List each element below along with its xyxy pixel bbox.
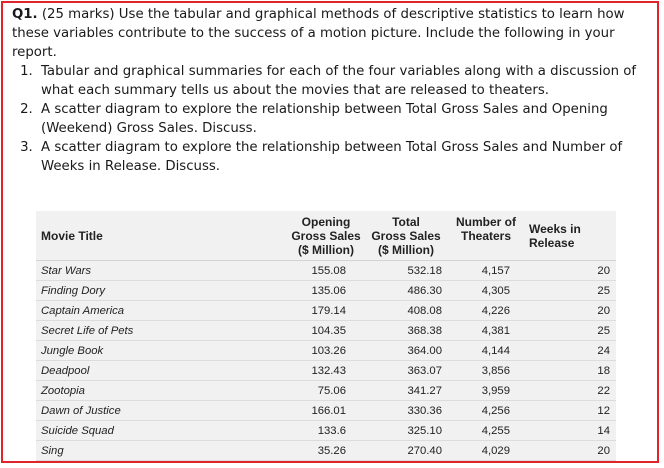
header-opening-gross: Opening Gross Sales ($ Million) [286,211,366,261]
header-weeks: Weeks in Release [526,211,616,261]
header-movie-title: Movie Title [36,211,286,261]
cell-weeks: 20 [526,440,616,461]
cell-movie-title: Dawn of Justice [36,400,286,421]
cell-total-gross: 325.10 [366,420,446,441]
cell-total-gross: 270.40 [366,440,446,461]
cell-weeks: 22 [526,380,616,401]
movie-table: Movie Title Opening Gross Sales ($ Million… [36,211,616,461]
table-row: Finding Dory 135.06 486.30 4,305 25 [36,280,616,301]
cell-total-gross: 363.07 [366,360,446,381]
cell-theaters: 4,157 [446,260,526,281]
requirement-item: A scatter diagram to explore the relatio… [37,138,652,176]
table-row: Secret Life of Pets 104.35 368.38 4,381 25 [36,320,616,341]
cell-opening-gross: 35.26 [286,440,366,461]
question-intro-text: (25 marks) Use the tabular and graphical… [12,7,625,60]
table-row: Jungle Book 103.26 364.00 4,144 24 [36,340,616,361]
header-theaters: Number of Theaters [446,211,526,261]
question-text: Q1. (25 marks) Use the tabular and graph… [12,5,652,176]
question-intro: Q1. (25 marks) Use the tabular and graph… [12,5,652,62]
cell-movie-title: Captain America [36,300,286,321]
cell-total-gross: 364.00 [366,340,446,361]
cell-theaters: 3,856 [446,360,526,381]
cell-opening-gross: 179.14 [286,300,366,321]
cell-weeks: 12 [526,400,616,421]
cell-theaters: 4,029 [446,440,526,461]
cell-movie-title: Deadpool [36,360,286,381]
cell-opening-gross: 166.01 [286,400,366,421]
cell-weeks: 18 [526,360,616,381]
cell-theaters: 4,255 [446,420,526,441]
cell-opening-gross: 133.6 [286,420,366,441]
cell-opening-gross: 155.08 [286,260,366,281]
cell-movie-title: Suicide Squad [36,420,286,441]
cell-theaters: 4,144 [446,340,526,361]
cell-opening-gross: 135.06 [286,280,366,301]
cell-total-gross: 330.36 [366,400,446,421]
movie-table-panel: Movie Title Opening Gross Sales ($ Million… [36,211,616,461]
cell-movie-title: Sing [36,440,286,461]
table-row: Star Wars 155.08 532.18 4,157 20 [36,260,616,281]
cell-movie-title: Finding Dory [36,280,286,301]
cell-weeks: 20 [526,260,616,281]
cell-total-gross: 532.18 [366,260,446,281]
requirement-item: A scatter diagram to explore the relatio… [37,100,652,138]
table-row: Zootopia 75.06 341.27 3,959 22 [36,380,616,401]
cell-theaters: 3,959 [446,380,526,401]
cell-total-gross: 368.38 [366,320,446,341]
table-row: Dawn of Justice 166.01 330.36 4,256 12 [36,400,616,421]
requirement-item: Tabular and graphical summaries for each… [37,62,652,100]
header-total-gross: Total Gross Sales ($ Million) [366,211,446,261]
cell-weeks: 20 [526,300,616,321]
cell-weeks: 25 [526,280,616,301]
cell-theaters: 4,381 [446,320,526,341]
cell-movie-title: Secret Life of Pets [36,320,286,341]
requirements-list: Tabular and graphical summaries for each… [12,62,652,176]
table-row: Sing 35.26 270.40 4,029 20 [36,440,616,461]
cell-opening-gross: 75.06 [286,380,366,401]
cell-total-gross: 408.08 [366,300,446,321]
cell-movie-title: Jungle Book [36,340,286,361]
cell-opening-gross: 132.43 [286,360,366,381]
cell-theaters: 4,305 [446,280,526,301]
cell-weeks: 25 [526,320,616,341]
question-number: Q1. [12,7,38,22]
cell-total-gross: 341.27 [366,380,446,401]
cell-total-gross: 486.30 [366,280,446,301]
cell-movie-title: Zootopia [36,380,286,401]
content-frame: Q1. (25 marks) Use the tabular and graph… [1,1,659,463]
table-row: Captain America 179.14 408.08 4,226 20 [36,300,616,321]
cell-weeks: 14 [526,420,616,441]
cell-weeks: 24 [526,340,616,361]
cell-opening-gross: 104.35 [286,320,366,341]
table-header-row: Movie Title Opening Gross Sales ($ Million… [36,211,616,261]
cell-opening-gross: 103.26 [286,340,366,361]
cell-movie-title: Star Wars [36,260,286,281]
cell-theaters: 4,226 [446,300,526,321]
table-row: Deadpool 132.43 363.07 3,856 18 [36,360,616,381]
table-row: Suicide Squad 133.6 325.10 4,255 14 [36,420,616,441]
cell-theaters: 4,256 [446,400,526,421]
